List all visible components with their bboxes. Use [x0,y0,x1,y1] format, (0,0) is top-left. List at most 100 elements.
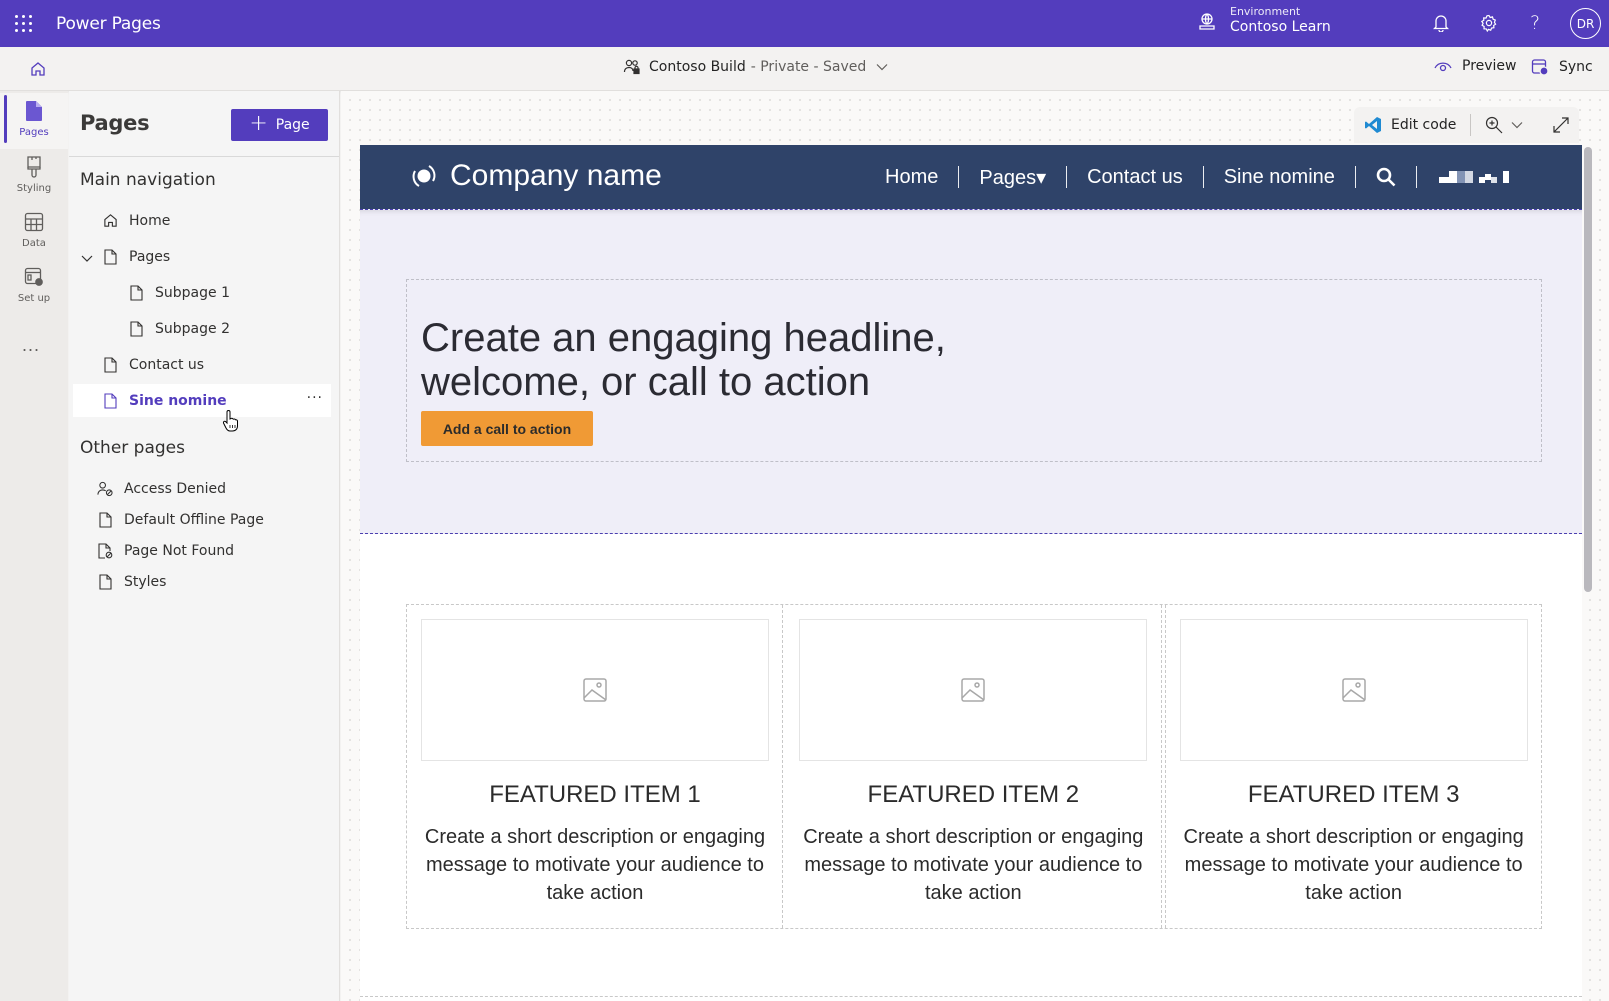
nav-item-access-denied[interactable]: Access Denied [73,472,331,505]
nav-divider [1354,166,1356,188]
search-icon [1376,167,1396,187]
user-avatar[interactable]: DR [1570,8,1601,39]
page-icon [129,320,143,337]
sync-icon [1531,59,1549,76]
site-status: - Private - Saved [750,59,867,75]
bell-icon [1433,15,1449,32]
company-logo-icon [412,165,436,187]
preview-label: Preview [1462,58,1517,74]
rail-item-pages[interactable]: Pages [0,93,68,149]
eye-icon [1434,62,1452,72]
featured-item-title: FEATURED ITEM 2 [867,781,1080,808]
site-navbar: Company name Home Pages▾ Contact us Sine… [360,145,1582,209]
environment-name: Contoso Learn [1230,19,1331,35]
question-icon: ? [1529,12,1541,34]
nav-item-subpage-1[interactable]: Subpage 1 [73,276,331,309]
featured-item-description: Create a short description or engaging m… [803,826,1144,904]
site-search-button[interactable] [1356,167,1416,187]
rail-item-data[interactable]: Data [0,204,68,260]
globe-environment-icon [1199,13,1215,30]
setup-icon [24,267,43,286]
add-page-button[interactable]: + Page [231,109,328,141]
image-placeholder[interactable] [1179,619,1528,761]
command-bar: Contoso Build - Private - Saved Preview … [0,47,1609,91]
image-icon [961,678,986,702]
nav-item-sine-nomine[interactable]: Sine nomine ··· [73,384,331,417]
featured-items-section: FEATURED ITEM 1 Create a short descripti… [406,604,1542,929]
nav-item-contact-us[interactable]: Contact us [73,348,331,381]
more-options-icon[interactable]: ··· [307,390,323,406]
nav-item-page-not-found[interactable]: Page Not Found [73,534,331,567]
rail-label: Data [22,238,46,249]
table-icon [24,212,44,232]
nav-item-home[interactable]: Home [73,204,331,237]
home-button[interactable] [26,57,50,81]
notifications-button[interactable] [1429,11,1453,35]
vscode-icon [1365,117,1381,133]
rail-label: Set up [17,293,51,304]
site-selector[interactable]: Contoso Build - Private - Saved [623,58,888,76]
page-icon [129,284,143,301]
nav-divider [1202,166,1204,188]
nav-item-label: Home [129,212,171,229]
image-placeholder[interactable] [421,619,769,761]
hero-content-box[interactable]: Create an engaging headline, welcome, or… [406,279,1542,462]
environment-picker[interactable]: Environment Contoso Learn [1196,5,1331,35]
site-link-pages[interactable]: Pages▾ [959,165,1066,190]
nav-item-pages[interactable]: Pages [73,240,331,273]
featured-item-1[interactable]: FEATURED ITEM 1 Create a short descripti… [407,605,784,928]
home-icon [31,62,45,76]
canvas-toolbar: Edit code [1354,107,1579,143]
nav-item-label: Access Denied [124,480,227,497]
chevron-down-icon [1511,122,1523,129]
page-blocked-icon [97,542,112,559]
environment-label: Environment [1230,5,1301,18]
edit-code-button[interactable]: Edit code [1364,116,1456,134]
nav-item-label: Subpage 2 [155,320,230,337]
nav-item-subpage-2[interactable]: Subpage 2 [73,312,331,345]
site-link-home[interactable]: Home [865,166,958,189]
help-button[interactable]: ? [1523,11,1547,35]
more-icon[interactable]: ... [22,335,40,356]
featured-item-title: FEATURED ITEM 1 [489,781,701,808]
sync-button[interactable]: Sync [1531,58,1593,76]
call-to-action-button[interactable]: Add a call to action [421,411,593,446]
panel-title: Pages [80,111,150,135]
add-page-label: Page [275,117,310,133]
person-blocked-icon [97,481,113,496]
featured-item-3[interactable]: FEATURED ITEM 3 Create a short descripti… [1164,605,1541,928]
people-lock-icon [623,59,640,75]
rail-item-styling[interactable]: Styling [0,149,68,205]
rail-item-setup[interactable]: Set up [0,259,68,315]
canvas-scrollbar[interactable] [1584,147,1592,592]
company-name[interactable]: Company name [450,159,662,193]
nav-item-label: Pages [129,248,171,265]
other-pages-heading: Other pages [80,438,185,458]
app-title[interactable]: Power Pages [56,14,161,34]
sync-label: Sync [1559,59,1593,75]
image-placeholder[interactable] [799,619,1148,761]
gear-icon [1480,14,1497,32]
site-name: Contoso Build [649,59,746,75]
site-link-sine-nomine[interactable]: Sine nomine [1204,166,1355,189]
fullscreen-button[interactable] [1553,117,1569,133]
nav-item-label: Subpage 1 [155,284,230,301]
page-icon [103,356,117,373]
nav-divider [1415,166,1417,188]
nav-item-styles[interactable]: Styles [73,565,331,598]
site-link-contact-us[interactable]: Contact us [1067,166,1203,189]
hero-section[interactable]: Create an engaging headline, welcome, or… [360,209,1582,534]
signed-in-user-redacted[interactable] [1438,171,1509,183]
featured-item-description: Create a short description or engaging m… [424,826,766,904]
hero-headline[interactable]: Create an engaging headline, welcome, or… [421,316,1021,404]
left-rail: Pages Styling Data Set up ... [0,91,68,1001]
app-launcher-button[interactable] [0,0,47,47]
nav-divider [1066,166,1068,188]
featured-item-2[interactable]: FEATURED ITEM 2 Create a short descripti… [785,605,1162,928]
nav-item-default-offline-page[interactable]: Default Offline Page [73,503,331,536]
waffle-icon [15,15,32,32]
preview-button[interactable]: Preview [1434,58,1517,74]
settings-button[interactable] [1477,11,1501,35]
zoom-dropdown[interactable] [1485,116,1523,134]
nav-item-label: Page Not Found [124,542,235,559]
